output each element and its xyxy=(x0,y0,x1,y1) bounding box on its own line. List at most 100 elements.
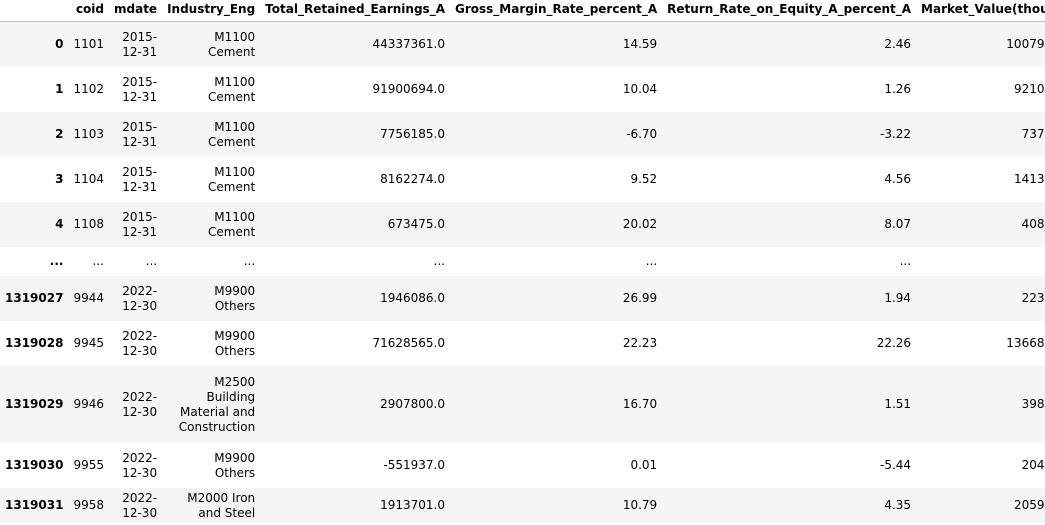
column-header-coid: coid xyxy=(68,0,109,22)
cell-coid: 1104 xyxy=(73,172,104,186)
cell-mdate: ... xyxy=(145,254,158,268)
cell-industry: M1100 Cement xyxy=(162,22,260,68)
cell-total-retained-earnings: 7756185.0 xyxy=(380,127,445,141)
cell-gross-margin-rate: 22.23 xyxy=(622,336,658,350)
industry-line: Cement xyxy=(208,224,256,239)
industry-line: M2500 xyxy=(214,374,256,389)
cell-coid: ... xyxy=(92,254,104,268)
mdate-line: 12-30 xyxy=(122,298,158,313)
column-header-gross-margin-rate: Gross_Margin_Rate_percent_A xyxy=(449,0,663,22)
cell-industry: M1100 Cement xyxy=(162,157,260,202)
row-index: 1319031 xyxy=(5,498,64,512)
cell-mdate: 2015- 12-31 xyxy=(109,157,162,202)
industry-line: Cement xyxy=(208,134,256,149)
industry-line: Others xyxy=(214,465,256,480)
cell-coid: 9946 xyxy=(73,397,104,411)
cell-industry: M9900 Others xyxy=(162,443,260,488)
cell-gross-margin-rate: 10.79 xyxy=(622,498,658,512)
cell-total-retained-earnings: 1946086.0 xyxy=(380,291,445,305)
cell-gross-margin-rate: 0.01 xyxy=(630,458,658,472)
industry-line: Cement xyxy=(208,89,256,104)
table-row: 1319028 9945 2022- 12-30 M9900 Others 7162… xyxy=(0,321,1045,366)
industry-line: M1100 xyxy=(214,74,256,89)
table-body: 0 1101 2015- 12-31 M1100 Cement 44337361.0… xyxy=(0,21,1045,523)
mdate-line: 2015- xyxy=(122,209,158,224)
mdate-line: 2015- xyxy=(122,74,158,89)
industry-line: Cement xyxy=(208,179,256,194)
cell-mdate: 2022- 12-30 xyxy=(109,366,162,443)
mdate-line: 2022- xyxy=(122,450,158,465)
cell-total-retained-earnings: 91900694.0 xyxy=(372,82,445,96)
cell-coid: 9944 xyxy=(73,291,104,305)
cell-coid: 1102 xyxy=(73,82,104,96)
mdate-line: 2015- xyxy=(122,164,158,179)
industry-line: Construction xyxy=(178,419,256,434)
row-index: 1 xyxy=(55,82,64,96)
cell-gross-margin-rate: 10.04 xyxy=(622,82,658,96)
cell-market-value: 4087854.0 xyxy=(1021,217,1045,231)
mdate-line: 12-30 xyxy=(122,465,158,480)
cell-market-value: 92103653.0 xyxy=(1013,82,1045,96)
cell-total-retained-earnings: 1913701.0 xyxy=(380,498,445,512)
column-header-total-retained-earnings: Total_Retained_Earnings_A xyxy=(260,0,450,22)
mdate-line: 12-30 xyxy=(122,404,158,419)
cell-coid: 1108 xyxy=(73,217,104,231)
dataframe-table: coid mdate Industry_Eng Total_Retained_E… xyxy=(0,0,1045,523)
cell-gross-margin-rate: -6.70 xyxy=(626,127,658,141)
cell-return-on-equity: 4.56 xyxy=(884,172,912,186)
table-row: 1319029 9946 2022- 12-30 M2500 Building Mat… xyxy=(0,366,1045,443)
mdate-line: 12-31 xyxy=(122,134,158,149)
row-index: 1319027 xyxy=(5,291,64,305)
cell-coid: 9945 xyxy=(73,336,104,350)
cell-return-on-equity: 1.26 xyxy=(884,82,912,96)
cell-industry: M9900 Others xyxy=(162,321,260,366)
industry-line: Others xyxy=(214,343,256,358)
cell-mdate: 2015- 12-31 xyxy=(109,67,162,112)
row-index: ... xyxy=(49,254,64,268)
cell-industry: M2500 Building Material and Construction xyxy=(162,366,260,443)
industry-line: Cement xyxy=(208,44,256,59)
cell-coid: 9955 xyxy=(73,458,104,472)
mdate-line: 12-31 xyxy=(122,44,158,59)
cell-mdate: 2022- 12-30 xyxy=(109,321,162,366)
row-index: 3 xyxy=(55,172,64,186)
row-index: 4 xyxy=(55,217,64,231)
industry-line: Material and xyxy=(180,404,256,419)
cell-return-on-equity: 8.07 xyxy=(884,217,912,231)
cell-market-value: 14136506.0 xyxy=(1013,172,1045,186)
table-row: 1319030 9955 2022- 12-30 M9900 Others -551… xyxy=(0,443,1045,488)
cell-coid: 1103 xyxy=(73,127,104,141)
industry-line: M1100 xyxy=(214,29,256,44)
column-header-market-value: Market_Value(thousand) xyxy=(916,0,1045,22)
industry-line: M1100 xyxy=(214,119,256,134)
row-index: 1319029 xyxy=(5,397,64,411)
cell-mdate: 2015- 12-31 xyxy=(109,112,162,157)
cell-market-value: 136680817.0 xyxy=(1006,336,1045,350)
cell-industry: M1100 Cement xyxy=(162,202,260,247)
cell-total-retained-earnings: 673475.0 xyxy=(387,217,445,231)
mdate-line: 12-31 xyxy=(122,89,158,104)
industry-line: M9900 xyxy=(214,283,256,298)
cell-market-value: 3983961.0 xyxy=(1021,397,1045,411)
row-index: 1319028 xyxy=(5,336,64,350)
cell-return-on-equity: 1.94 xyxy=(884,291,912,305)
mdate-line: 2022- xyxy=(122,490,158,505)
mdate-line: 2022- xyxy=(122,283,158,298)
table-row: 1 1102 2015- 12-31 M1100 Cement 91900694.0… xyxy=(0,67,1045,112)
cell-total-retained-earnings: ... xyxy=(433,254,445,268)
ellipsis-row: ... ... ... ... ... ... ... ... xyxy=(0,247,1045,276)
table-row: 4 1108 2015- 12-31 M1100 Cement 673475.0 2… xyxy=(0,202,1045,247)
cell-industry: M2000 Iron and Steel xyxy=(162,488,260,523)
mdate-line: 12-30 xyxy=(122,343,158,358)
mdate-line: 12-30 xyxy=(122,505,158,520)
industry-line: M1100 xyxy=(214,164,256,179)
cell-return-on-equity: ... xyxy=(899,254,912,268)
mdate-line: 2015- xyxy=(122,119,158,134)
cell-mdate: 2015- 12-31 xyxy=(109,202,162,247)
cell-return-on-equity: 22.26 xyxy=(876,336,912,350)
mdate-line: 2015- xyxy=(122,29,158,44)
industry-line: M9900 xyxy=(214,328,256,343)
cell-coid: 9958 xyxy=(73,498,104,512)
cell-market-value: 7375911.0 xyxy=(1021,127,1045,141)
row-index: 2 xyxy=(55,127,64,141)
